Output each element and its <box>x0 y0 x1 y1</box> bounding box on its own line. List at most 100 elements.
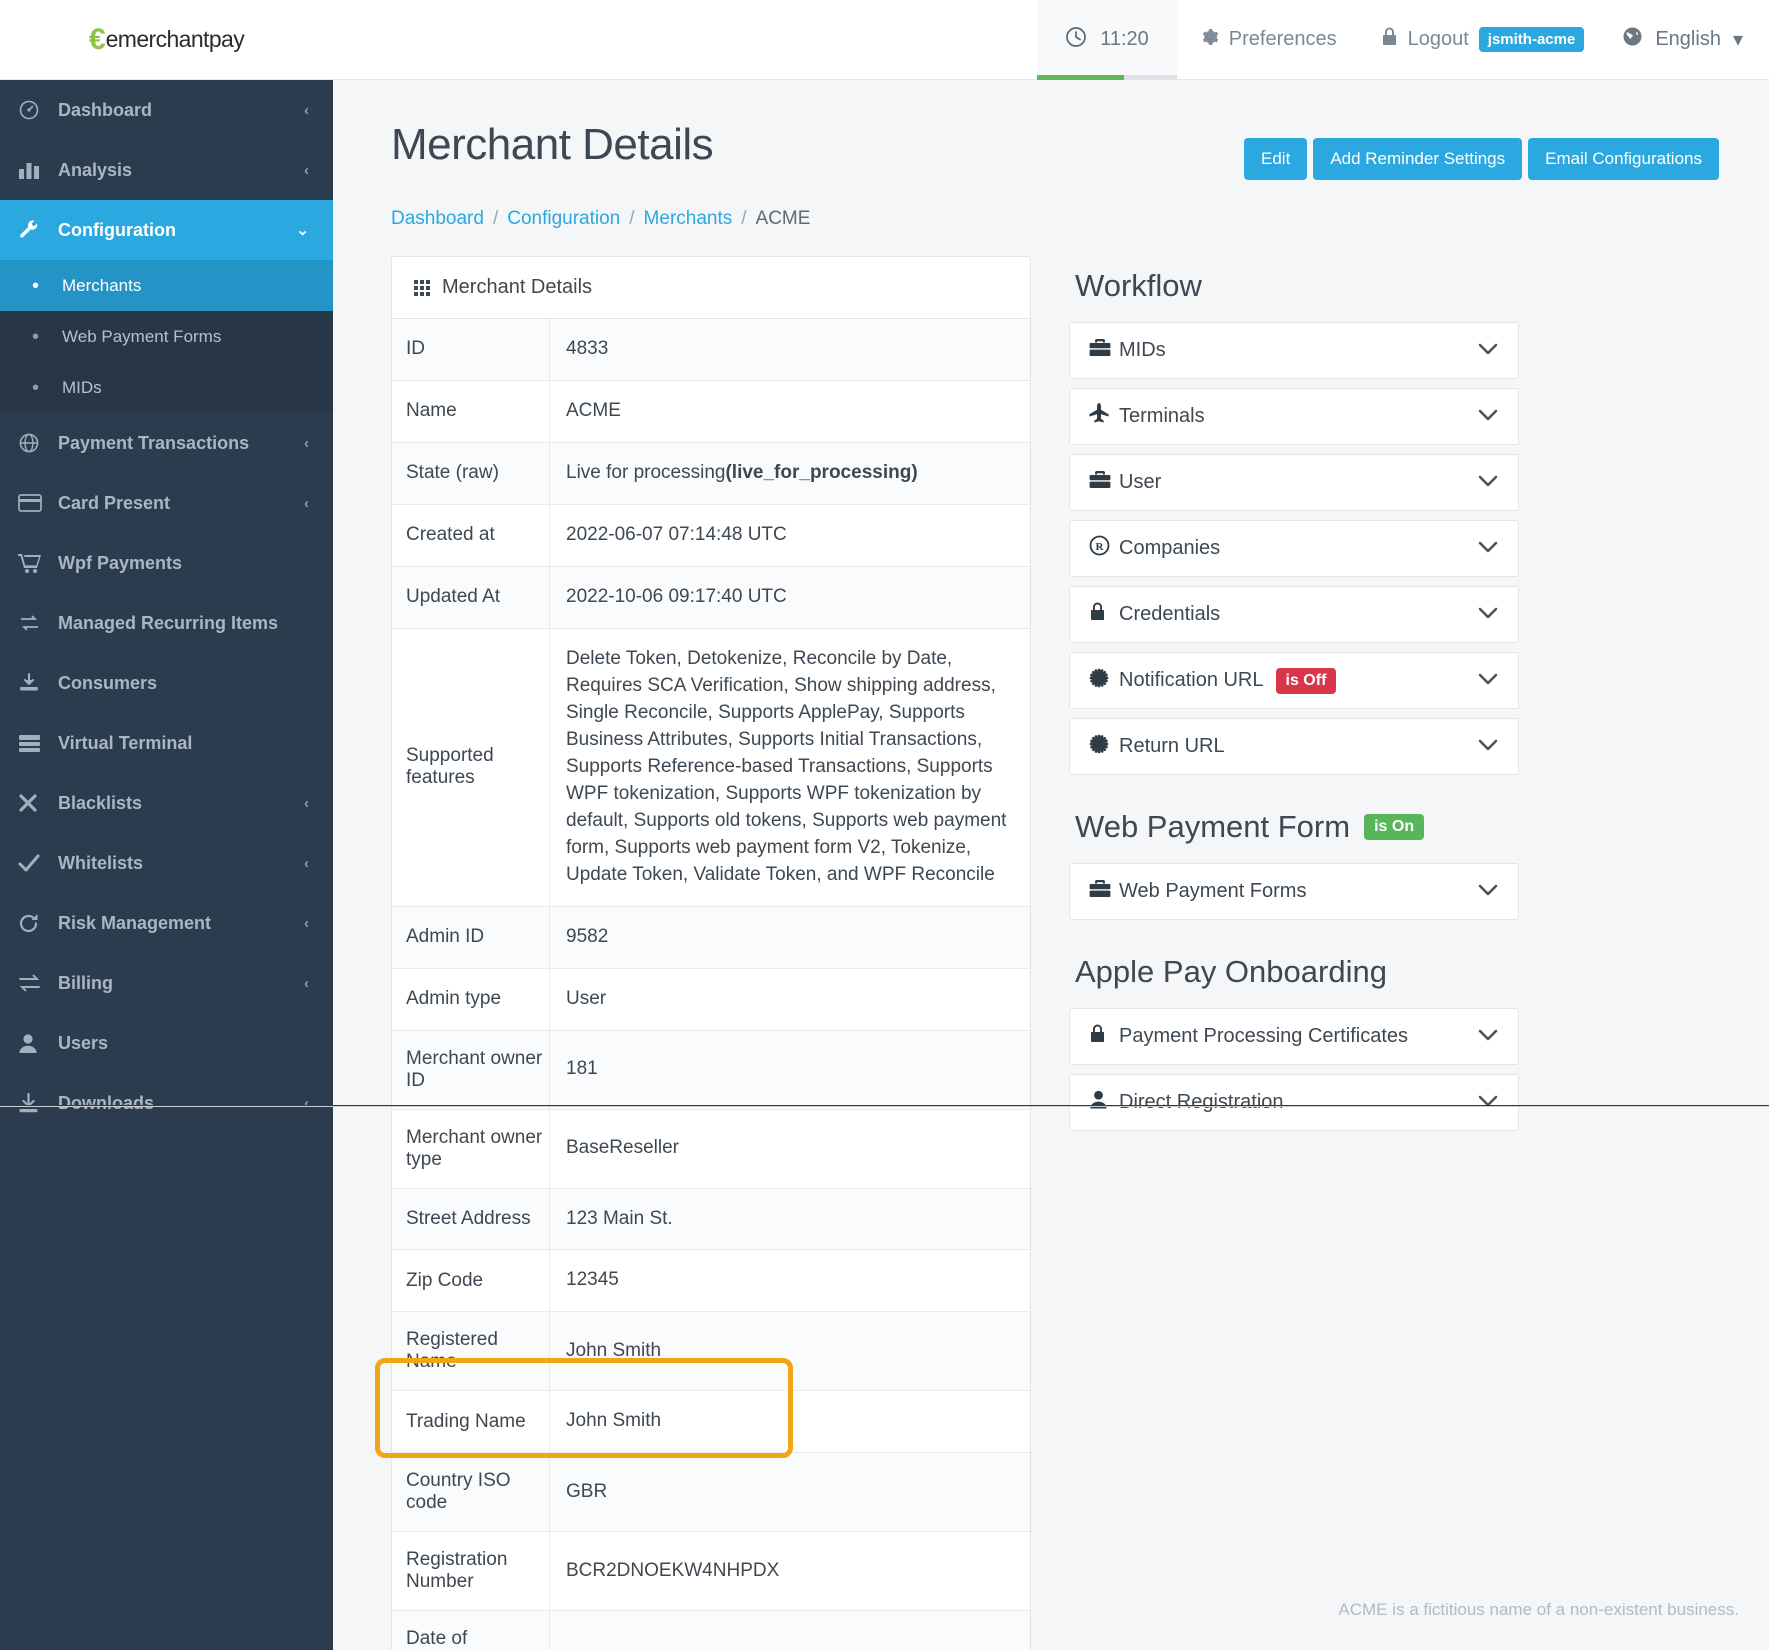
close-x-icon <box>18 793 58 813</box>
accordion-item-web-payment-forms[interactable]: Web Payment Forms <box>1069 863 1519 920</box>
workflow-accordion: MIDs Terminals User R Companies Credentials No… <box>1069 322 1519 775</box>
accordion-item-credentials[interactable]: Credentials <box>1069 586 1519 643</box>
chevron-down-icon[interactable] <box>1478 1026 1498 1047</box>
sidebar-subitem-web-payment-forms[interactable]: • Web Payment Forms <box>0 311 333 362</box>
sidebar-item-risk-management[interactable]: Risk Management ‹ <box>0 893 333 953</box>
download-icon <box>18 1092 58 1114</box>
chevron-down-icon[interactable] <box>1478 670 1498 691</box>
details-row: Name ACME <box>392 380 1030 443</box>
details-row-value-cell: John Smith <box>550 1391 1030 1452</box>
app-root: € emerchantpay Dashboard ‹ Analysis ‹ Config… <box>0 0 1769 1650</box>
chevron-icon: ‹ <box>304 434 309 452</box>
chevron-down-icon[interactable] <box>1478 406 1498 427</box>
sidebar-item-managed-recurring-items[interactable]: Managed Recurring Items <box>0 593 333 653</box>
email-configurations-button[interactable]: Email Configurations <box>1528 138 1719 180</box>
user-icon <box>18 1033 58 1054</box>
check-icon <box>18 853 58 873</box>
lock-icon <box>1089 601 1119 628</box>
sidebar-item-users[interactable]: Users <box>0 1013 333 1073</box>
details-row: Country ISO code GBR <box>392 1453 1030 1533</box>
details-row-value-cell: 2022-10-06 09:17:40 UTC <box>550 567 1030 628</box>
preferences-link[interactable]: Preferences <box>1177 27 1359 53</box>
details-row-value: GBR <box>566 1480 608 1502</box>
sidebar-subitem-merchants[interactable]: • Merchants <box>0 260 333 311</box>
speedometer-icon <box>18 99 58 121</box>
details-row: Merchant owner type BaseReseller <box>392 1109 1030 1189</box>
sidebar-item-blacklists[interactable]: Blacklists ‹ <box>0 773 333 833</box>
chevron-down-icon[interactable] <box>1478 736 1498 757</box>
edit-button[interactable]: Edit <box>1244 138 1308 180</box>
clock-widget: 11:20 <box>1037 0 1177 80</box>
chevron-down-icon[interactable] <box>1478 538 1498 559</box>
chevron-icon: ‹ <box>304 101 309 119</box>
logout-label: Logout <box>1407 28 1469 50</box>
details-row: Trading Name John Smith <box>392 1391 1030 1454</box>
briefcase-icon <box>1089 879 1119 904</box>
sidebar-item-whitelists[interactable]: Whitelists ‹ <box>0 833 333 893</box>
sidebar-item-wpf-payments[interactable]: Wpf Payments <box>0 533 333 593</box>
accordion-item-companies[interactable]: R Companies <box>1069 520 1519 577</box>
sidebar-item-label: Downloads <box>58 1092 155 1113</box>
sidebar-subitem-mids[interactable]: • MIDs <box>0 362 333 413</box>
breadcrumb: Dashboard / Configuration / Merchants / ACME <box>391 208 1719 252</box>
breadcrumb-item-merchants[interactable]: Merchants <box>644 208 733 230</box>
details-row-value: John Smith <box>566 1339 662 1361</box>
details-row: Created at 2022-06-07 07:14:48 UTC <box>392 504 1030 567</box>
breadcrumb-item-dashboard[interactable]: Dashboard <box>391 208 484 230</box>
details-row-value: BCR2DNOEKW4NHPDX <box>566 1559 780 1581</box>
logout-link[interactable]: Logout jsmith-acme <box>1359 26 1607 53</box>
briefcase-icon <box>1089 338 1119 363</box>
accordion-item-mids[interactable]: MIDs <box>1069 322 1519 379</box>
page-header: Merchant Details Edit Add Reminder Settin… <box>391 120 1719 180</box>
details-row-value-cell: GBR <box>550 1453 1030 1531</box>
details-row-list: ID 4833 Name ACME State (raw) Live for proces… <box>392 319 1030 1650</box>
details-row-value: 2022-10-06 09:17:40 UTC <box>566 585 787 607</box>
add-reminder-settings-button[interactable]: Add Reminder Settings <box>1313 138 1523 180</box>
accordion-item-payment-processing-certificates[interactable]: Payment Processing Certificates <box>1069 1008 1519 1065</box>
accordion-item-label: Direct Registration <box>1119 1091 1284 1113</box>
sidebar-item-downloads[interactable]: Downloads ‹ <box>0 1073 333 1133</box>
accordion-item-label: Credentials <box>1119 603 1221 625</box>
breadcrumb-item-configuration[interactable]: Configuration <box>507 208 620 230</box>
details-row-key: Updated At <box>392 566 550 628</box>
sidebar-item-card-present[interactable]: Card Present ‹ <box>0 473 333 533</box>
sidebar-item-virtual-terminal[interactable]: Virtual Terminal <box>0 713 333 773</box>
accordion-item-return-url[interactable]: Return URL <box>1069 718 1519 775</box>
accordion-item-terminals[interactable]: Terminals <box>1069 388 1519 445</box>
accordion-item-label: Terminals <box>1119 405 1205 427</box>
sidebar-item-label: Card Present <box>58 492 171 513</box>
chevron-down-icon[interactable] <box>1478 340 1498 361</box>
sidebar-item-dashboard[interactable]: Dashboard ‹ <box>0 80 333 140</box>
language-selector[interactable]: English ▾ <box>1606 26 1769 53</box>
sidebar-item-configuration[interactable]: Configuration ⌄ <box>0 200 333 260</box>
user-badge[interactable]: jsmith-acme <box>1478 27 1585 52</box>
sidebar-item-analysis[interactable]: Analysis ‹ <box>0 140 333 200</box>
sidebar: € emerchantpay Dashboard ‹ Analysis ‹ Config… <box>0 0 333 1650</box>
details-row-value-cell: 9582 <box>550 907 1030 968</box>
breadcrumb-separator: / <box>741 208 747 229</box>
details-row: Registered Name John Smith <box>392 1312 1030 1392</box>
details-row-value: Delete Token, Detokenize, Reconcile by D… <box>566 647 1007 885</box>
logo[interactable]: € emerchantpay <box>0 0 333 80</box>
accordion-item-direct-registration[interactable]: Direct Registration <box>1069 1074 1519 1131</box>
details-row-key: Registration Number <box>392 1532 550 1611</box>
sidebar-item-payment-transactions[interactable]: Payment Transactions ‹ <box>0 413 333 473</box>
chevron-down-icon[interactable] <box>1478 472 1498 493</box>
apple-pay-accordion: Payment Processing Certificates Direct Re… <box>1069 1008 1519 1131</box>
accordion-item-label: Payment Processing Certificates <box>1119 1025 1409 1047</box>
details-row-value-cell <box>550 1611 1030 1650</box>
lock-icon <box>1381 26 1398 53</box>
chevron-down-icon[interactable] <box>1478 604 1498 625</box>
details-row: Registration Number BCR2DNOEKW4NHPDX <box>392 1532 1030 1612</box>
chevron-down-icon[interactable] <box>1478 1092 1498 1113</box>
chevron-down-icon[interactable] <box>1478 881 1498 902</box>
sidebar-item-billing[interactable]: Billing ‹ <box>0 953 333 1013</box>
web-payment-form-status-badge: is On <box>1364 814 1425 840</box>
accordion-item-notification-url[interactable]: Notification URL is Off <box>1069 652 1519 709</box>
accordion-item-user[interactable]: User <box>1069 454 1519 511</box>
accordion-item-label: User <box>1119 471 1162 493</box>
details-row-value: 12345 <box>566 1269 619 1291</box>
details-row-key: Supported features <box>392 628 550 906</box>
briefcase-icon <box>1089 470 1119 495</box>
sidebar-item-consumers[interactable]: Consumers <box>0 653 333 713</box>
